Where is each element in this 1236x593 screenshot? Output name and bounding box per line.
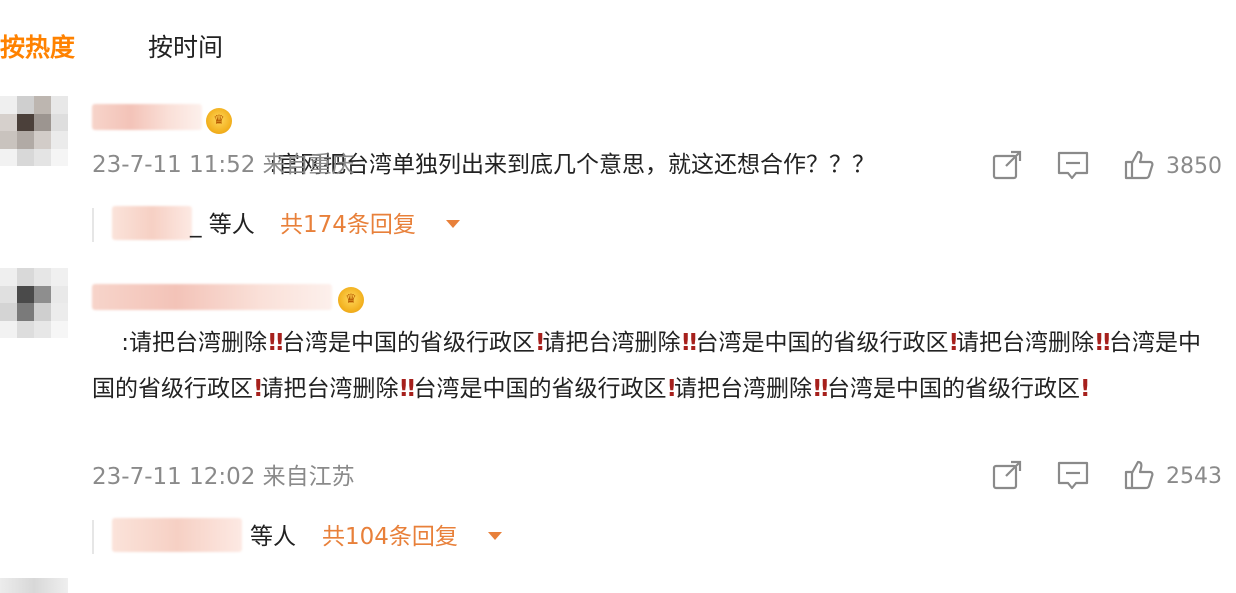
double-exclamation-icon: ! [267, 330, 277, 356]
comment-segment: 台湾是中国的省级行政区 [282, 330, 535, 356]
avatar[interactable] [0, 96, 68, 166]
comment-separator: : [121, 330, 129, 356]
vip-crown-icon: ♛ [206, 108, 232, 134]
double-exclamation-icon: ! [253, 376, 263, 402]
comment-segment: 台湾是中国的省级行政区 [827, 376, 1080, 402]
comment-timestamp: 23-7-11 12:02 来自江苏 [92, 464, 355, 490]
comment-body: 官网把台湾单独列出来到底几个意思，就这还想合作？？？ [277, 152, 875, 178]
double-exclamation-icon: ! [274, 330, 285, 356]
comment-segment: 请把台湾删除 [956, 330, 1094, 356]
username-blurred[interactable] [92, 104, 202, 130]
comment-segment: 台湾是中国的省级行政区 [695, 330, 949, 356]
caret-down-icon[interactable] [488, 532, 502, 540]
tab-time[interactable]: 按时间 [148, 30, 223, 66]
reply-suffix: 等人 [250, 524, 296, 550]
comment-timestamp: 23-7-11 11:52 来自重庆 [92, 152, 355, 178]
caret-down-icon[interactable] [446, 220, 460, 228]
like-count: 2543 [1166, 464, 1222, 489]
like-icon[interactable] [1122, 458, 1156, 492]
comment-segment: 请把台湾删除 [129, 330, 267, 356]
comment-segment: 请把台湾删除 [674, 376, 812, 402]
comment-icon[interactable] [1056, 148, 1090, 182]
reply-indent-line [92, 208, 94, 242]
avatar[interactable] [0, 268, 68, 338]
double-exclamation-icon: ! [680, 330, 691, 356]
like-icon[interactable] [1122, 148, 1156, 182]
double-exclamation-icon: ! [666, 376, 677, 402]
double-exclamation-icon: ! [812, 376, 822, 402]
like-count: 3850 [1166, 154, 1222, 179]
avatar[interactable] [0, 578, 68, 593]
double-exclamation-icon: ! [1080, 376, 1090, 402]
comment-segment: 请把台湾删除 [260, 376, 399, 402]
share-icon[interactable] [990, 458, 1024, 492]
double-exclamation-icon: ! [398, 376, 409, 402]
double-exclamation-icon: ! [535, 330, 545, 356]
double-exclamation-icon: ! [948, 330, 959, 356]
comment-text: :请把台湾删除!!台湾是中国的省级行政区!请把台湾删除!!台湾是中国的省级行政区… [92, 274, 1222, 458]
double-exclamation-icon: ! [1094, 330, 1104, 356]
replier-avatars-blurred[interactable] [112, 206, 192, 240]
comment-body: 请把台湾删除!!台湾是中国的省级行政区!请把台湾删除!!台湾是中国的省级行政区!… [92, 330, 1201, 402]
double-exclamation-icon: ! [819, 376, 830, 402]
double-exclamation-icon: ! [688, 330, 698, 356]
reply-count-link[interactable]: 共104条回复 [322, 520, 458, 554]
comment-icon[interactable] [1056, 458, 1090, 492]
comment-segment: 请把台湾删除 [542, 330, 681, 356]
reply-indent-line [92, 520, 94, 554]
double-exclamation-icon: ! [406, 376, 416, 402]
tab-hot[interactable]: 按热度 [0, 30, 75, 66]
share-icon[interactable] [990, 148, 1024, 182]
replier-avatars-blurred[interactable] [112, 518, 242, 552]
comment-segment: 台湾是中国的省级行政区 [413, 376, 667, 402]
double-exclamation-icon: ! [1101, 330, 1112, 356]
reply-suffix: _ 等人 [190, 212, 255, 238]
reply-count-link[interactable]: 共174条回复 [280, 208, 416, 242]
